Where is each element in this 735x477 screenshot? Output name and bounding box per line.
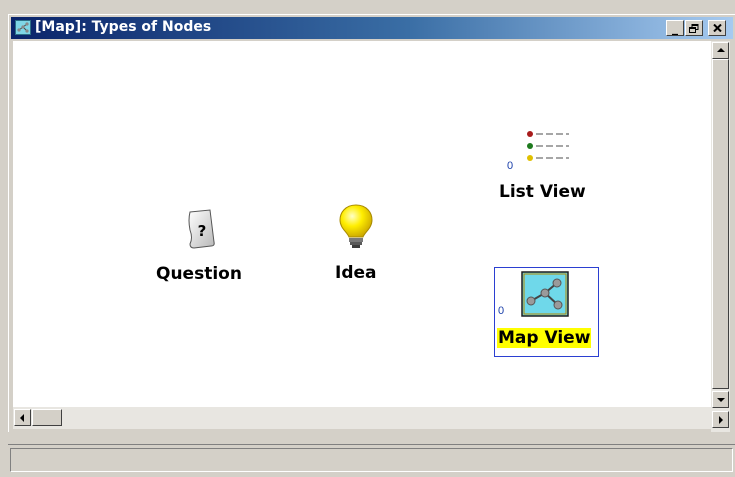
- map-view-icon: [521, 271, 569, 317]
- svg-text:?: ?: [198, 222, 207, 240]
- status-bar: [8, 444, 735, 477]
- horizontal-scroll-thumb[interactable]: [32, 409, 62, 426]
- node-label-question: Question: [156, 264, 242, 284]
- node-map-view[interactable]: 0 Map View: [494, 267, 599, 357]
- node-label-idea: Idea: [335, 263, 377, 283]
- window-title: [Map]: Types of Nodes: [35, 19, 212, 35]
- restore-button[interactable]: [685, 20, 703, 36]
- scroll-down-button[interactable]: [712, 391, 729, 408]
- map-window-icon: [15, 20, 31, 35]
- close-icon: [712, 24, 722, 32]
- arrow-right-icon: [719, 416, 723, 424]
- node-count-list-view: 0: [507, 160, 514, 172]
- node-label-list-view: List View: [499, 182, 586, 202]
- node-idea[interactable]: Idea: [323, 201, 393, 286]
- arrow-down-icon: [717, 398, 725, 402]
- horizontal-scrollbar[interactable]: [13, 407, 711, 429]
- map-window: [Map]: Types of Nodes _ ? Question Idea …: [8, 14, 735, 432]
- list-view-icon: [527, 131, 569, 161]
- scroll-up-button[interactable]: [712, 42, 729, 59]
- node-question[interactable]: ? Question: [148, 206, 258, 286]
- scroll-left-button[interactable]: [14, 409, 31, 426]
- vertical-scrollbar[interactable]: [711, 41, 730, 432]
- arrow-up-icon: [717, 48, 725, 52]
- node-count-map-view: 0: [498, 305, 505, 317]
- question-note-icon: ?: [188, 209, 215, 249]
- vertical-scroll-thumb[interactable]: [712, 59, 729, 389]
- minimize-button[interactable]: _: [666, 20, 684, 36]
- title-bar[interactable]: [Map]: Types of Nodes _: [11, 17, 733, 39]
- scroll-right-button[interactable]: [712, 411, 729, 428]
- status-panel: [10, 448, 733, 472]
- arrow-left-icon: [20, 414, 24, 422]
- lightbulb-icon: [339, 204, 373, 248]
- node-list-view[interactable]: 0 List View: [493, 121, 603, 206]
- node-label-map-view: Map View: [497, 328, 592, 348]
- close-button[interactable]: [708, 20, 726, 36]
- map-canvas[interactable]: ? Question Idea 0 List View 0 Map View: [13, 41, 711, 407]
- restore-icon: [689, 23, 699, 33]
